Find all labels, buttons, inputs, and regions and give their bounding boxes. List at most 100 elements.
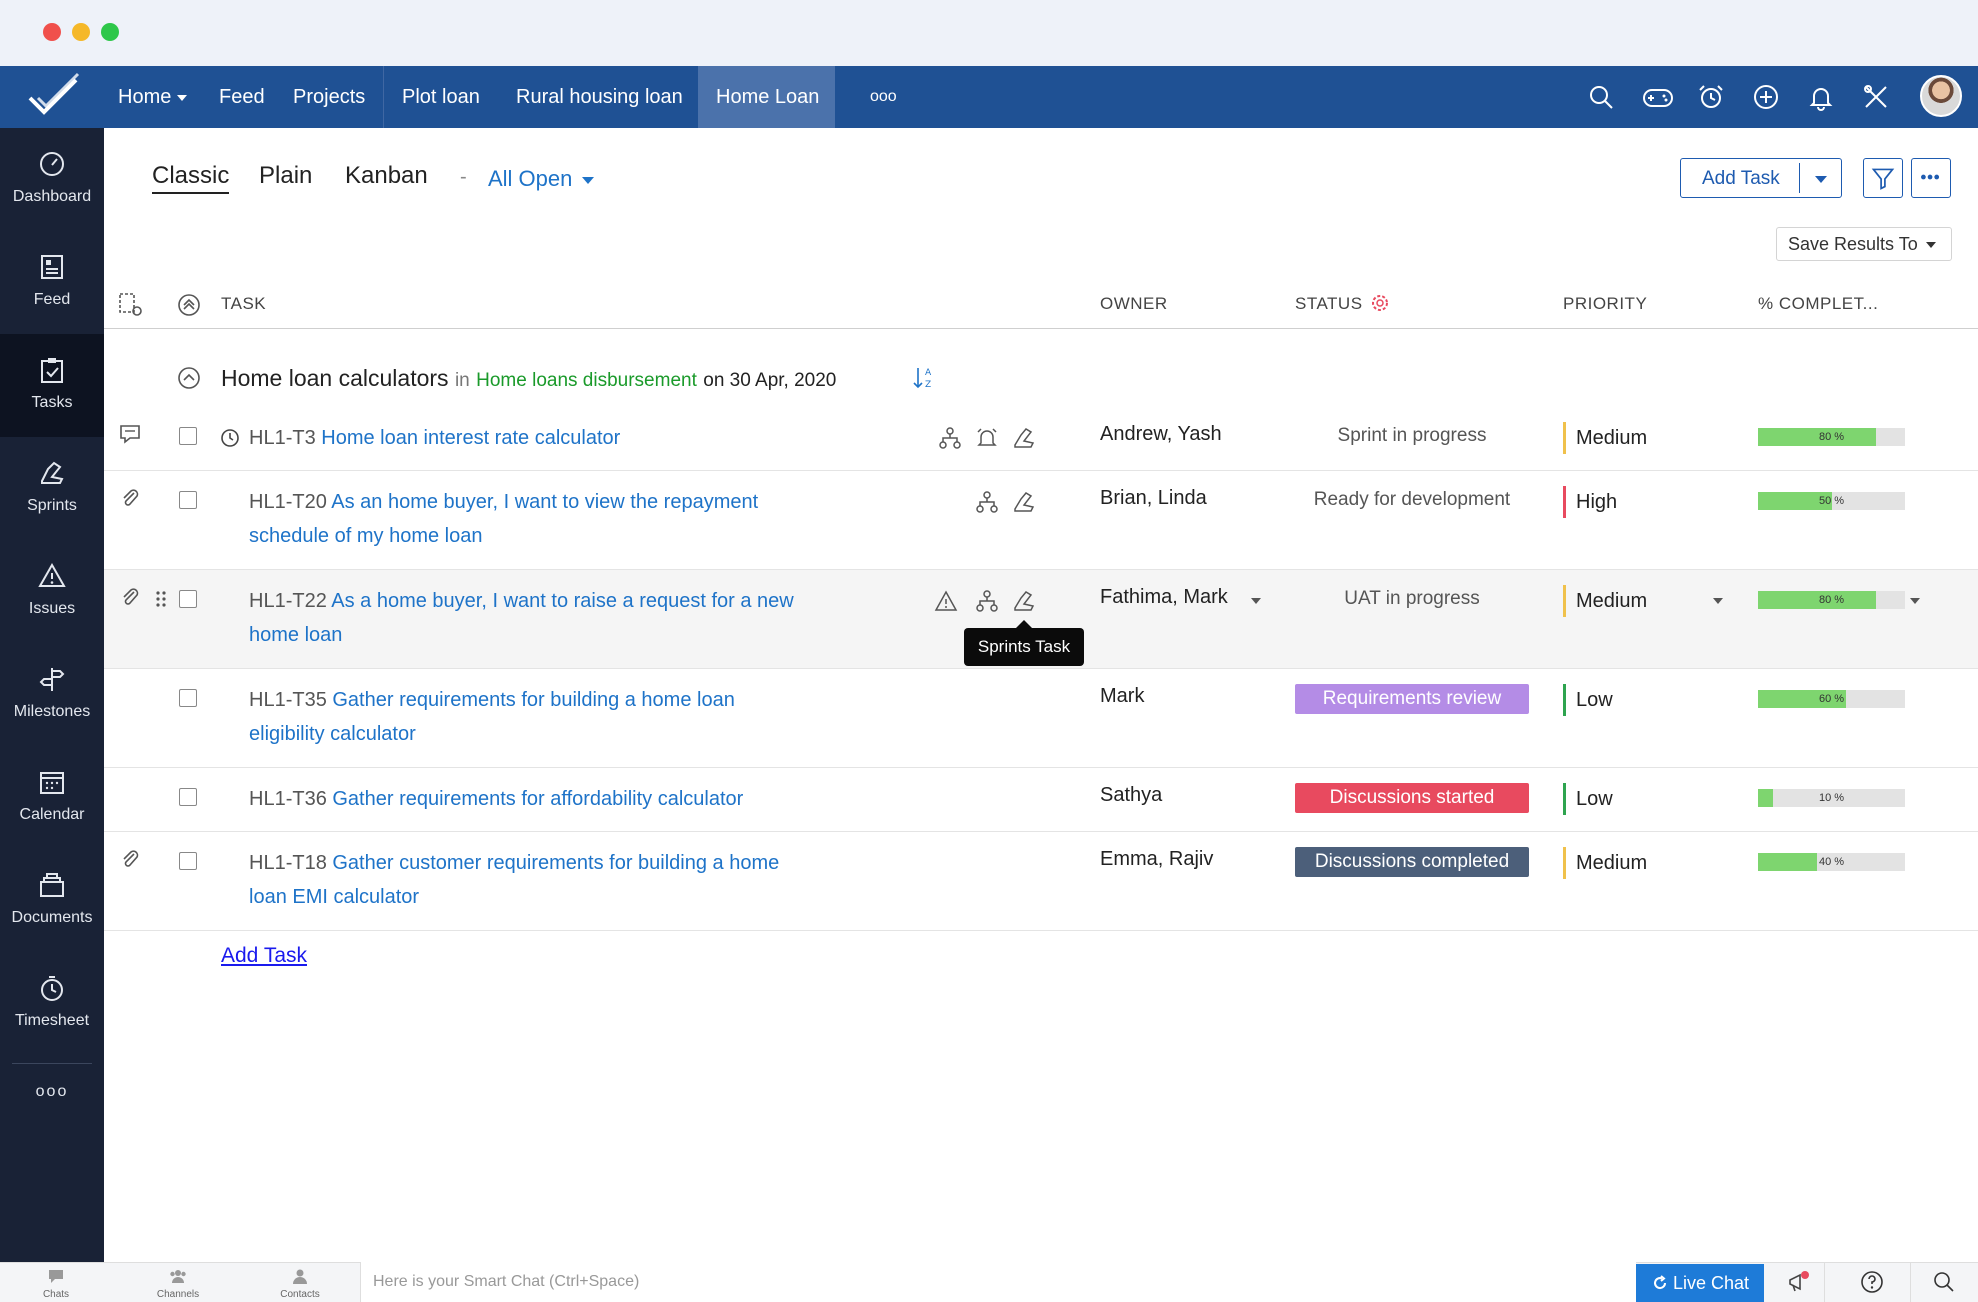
- announcement-icon[interactable]: [1786, 1270, 1810, 1294]
- task-priority[interactable]: Medium: [1563, 847, 1647, 879]
- gamepad-icon[interactable]: [1642, 83, 1674, 111]
- task-status-badge[interactable]: Discussions started: [1295, 783, 1529, 813]
- task-priority[interactable]: Low: [1563, 684, 1613, 716]
- sprint-shoe-icon[interactable]: [1012, 426, 1036, 450]
- task-title-link[interactable]: Gather customer requirements for buildin…: [332, 852, 779, 874]
- nav-feed[interactable]: Feed: [219, 66, 265, 128]
- bottom-channels[interactable]: Channels: [126, 1263, 230, 1302]
- task-owner[interactable]: Fathima, Mark: [1100, 586, 1228, 609]
- tab-kanban[interactable]: Kanban: [345, 162, 428, 190]
- column-header-owner[interactable]: OWNER: [1100, 294, 1168, 314]
- task-title-link[interactable]: Gather requirements for building a home …: [332, 689, 734, 711]
- task-status[interactable]: Ready for development: [1295, 489, 1529, 511]
- drag-handle-icon[interactable]: [154, 589, 168, 609]
- maximize-window-button[interactable]: [101, 23, 119, 41]
- progress-bar[interactable]: 40 %: [1758, 853, 1905, 871]
- tab-plain[interactable]: Plain: [259, 162, 312, 190]
- sidebar-item-tasks[interactable]: Tasks: [0, 334, 104, 437]
- task-title-link[interactable]: schedule of my home loan: [249, 525, 482, 547]
- task-title-link[interactable]: Home loan interest rate calculator: [321, 427, 620, 449]
- subtasks-icon[interactable]: [975, 589, 999, 613]
- task-owner[interactable]: Brian, Linda: [1100, 487, 1207, 510]
- column-header-task[interactable]: TASK: [221, 294, 266, 314]
- task-priority[interactable]: Medium: [1563, 585, 1647, 617]
- sprint-shoe-icon[interactable]: [1012, 589, 1036, 613]
- task-title-link[interactable]: home loan: [249, 624, 342, 646]
- sort-icon[interactable]: AZ: [912, 365, 936, 391]
- column-settings-icon[interactable]: [118, 292, 144, 318]
- progress-bar[interactable]: 50 %: [1758, 492, 1905, 510]
- subtasks-icon[interactable]: [975, 490, 999, 514]
- sidebar-item-milestones[interactable]: Milestones: [0, 643, 104, 746]
- sprint-shoe-icon[interactable]: [1012, 490, 1036, 514]
- task-owner[interactable]: Andrew, Yash: [1100, 423, 1222, 446]
- task-priority[interactable]: Medium: [1563, 422, 1647, 454]
- app-logo-icon[interactable]: [24, 72, 84, 122]
- sidebar-item-issues[interactable]: Issues: [0, 540, 104, 643]
- column-header-status[interactable]: STATUS: [1295, 294, 1363, 314]
- add-task-button[interactable]: Add Task: [1680, 158, 1842, 198]
- nav-plot-loan[interactable]: Plot loan: [402, 66, 480, 128]
- attachment-icon[interactable]: [118, 847, 142, 871]
- attachment-icon[interactable]: [118, 585, 142, 609]
- issue-warning-icon[interactable]: [934, 589, 958, 613]
- add-task-dropdown-icon[interactable]: [1815, 176, 1827, 183]
- progress-bar[interactable]: 60 %: [1758, 690, 1905, 708]
- status-settings-icon[interactable]: [1370, 293, 1390, 313]
- sidebar-item-dashboard[interactable]: Dashboard: [0, 128, 104, 231]
- smart-chat-input[interactable]: Here is your Smart Chat (Ctrl+Space): [360, 1262, 1636, 1302]
- task-checkbox[interactable]: [179, 590, 197, 608]
- search-icon[interactable]: [1587, 83, 1615, 111]
- live-chat-button[interactable]: Live Chat: [1636, 1264, 1764, 1302]
- task-status-badge[interactable]: Requirements review: [1295, 684, 1529, 714]
- collapse-group-icon[interactable]: [177, 366, 201, 390]
- bottom-chats[interactable]: Chats: [4, 1263, 108, 1302]
- sidebar-item-feed[interactable]: Feed: [0, 231, 104, 334]
- sidebar-item-sprints[interactable]: Sprints: [0, 437, 104, 540]
- task-title-link[interactable]: loan EMI calculator: [249, 886, 419, 908]
- tab-classic[interactable]: Classic: [152, 162, 230, 194]
- user-avatar[interactable]: [1920, 75, 1962, 117]
- task-checkbox[interactable]: [179, 852, 197, 870]
- percent-dropdown-icon[interactable]: [1910, 598, 1920, 604]
- bottom-contacts[interactable]: Contacts: [248, 1263, 352, 1302]
- task-checkbox[interactable]: [179, 491, 197, 509]
- task-owner[interactable]: Emma, Rajiv: [1100, 848, 1213, 871]
- sidebar-item-calendar[interactable]: Calendar: [0, 746, 104, 849]
- sidebar-item-timesheet[interactable]: Timesheet: [0, 952, 104, 1055]
- task-status[interactable]: Sprint in progress: [1295, 425, 1529, 447]
- task-owner[interactable]: Sathya: [1100, 784, 1162, 807]
- add-task-link[interactable]: Add Task: [221, 944, 307, 968]
- task-status[interactable]: UAT in progress: [1295, 588, 1529, 610]
- task-checkbox[interactable]: [179, 689, 197, 707]
- comment-icon[interactable]: [118, 422, 142, 446]
- nav-home[interactable]: Home: [118, 66, 188, 128]
- nav-projects[interactable]: Projects: [293, 66, 365, 128]
- bell-icon[interactable]: [1807, 83, 1835, 111]
- task-owner[interactable]: Mark: [1100, 685, 1144, 708]
- task-title-link[interactable]: As a home buyer, I want to raise a reque…: [331, 590, 793, 612]
- task-checkbox[interactable]: [179, 788, 197, 806]
- reminder-bell-icon[interactable]: [975, 426, 999, 450]
- alarm-clock-icon[interactable]: [1697, 83, 1725, 111]
- task-priority[interactable]: Low: [1563, 783, 1613, 815]
- close-window-button[interactable]: [43, 23, 61, 41]
- help-icon[interactable]: [1860, 1270, 1884, 1294]
- task-title-link[interactable]: As an home buyer, I want to view the rep…: [331, 491, 758, 513]
- progress-bar[interactable]: 80 %: [1758, 428, 1905, 446]
- nav-rural-housing-loan[interactable]: Rural housing loan: [516, 66, 683, 128]
- task-title-link[interactable]: Gather requirements for affordability ca…: [332, 788, 743, 810]
- task-title-link[interactable]: eligibility calculator: [249, 723, 416, 745]
- search-icon[interactable]: [1932, 1270, 1956, 1294]
- more-options-button[interactable]: [1911, 158, 1951, 198]
- column-header-priority[interactable]: PRIORITY: [1563, 294, 1647, 314]
- task-checkbox[interactable]: [179, 427, 197, 445]
- collapse-all-icon[interactable]: [177, 293, 201, 317]
- tasklist-link[interactable]: Home loans disbursement: [476, 370, 697, 391]
- filter-button[interactable]: [1863, 158, 1903, 198]
- task-status-badge[interactable]: Discussions completed: [1295, 847, 1529, 877]
- progress-bar[interactable]: 80 %: [1758, 591, 1905, 609]
- task-priority[interactable]: High: [1563, 486, 1617, 518]
- save-results-dropdown[interactable]: Save Results To: [1776, 227, 1952, 261]
- filter-dropdown[interactable]: All Open: [488, 166, 595, 192]
